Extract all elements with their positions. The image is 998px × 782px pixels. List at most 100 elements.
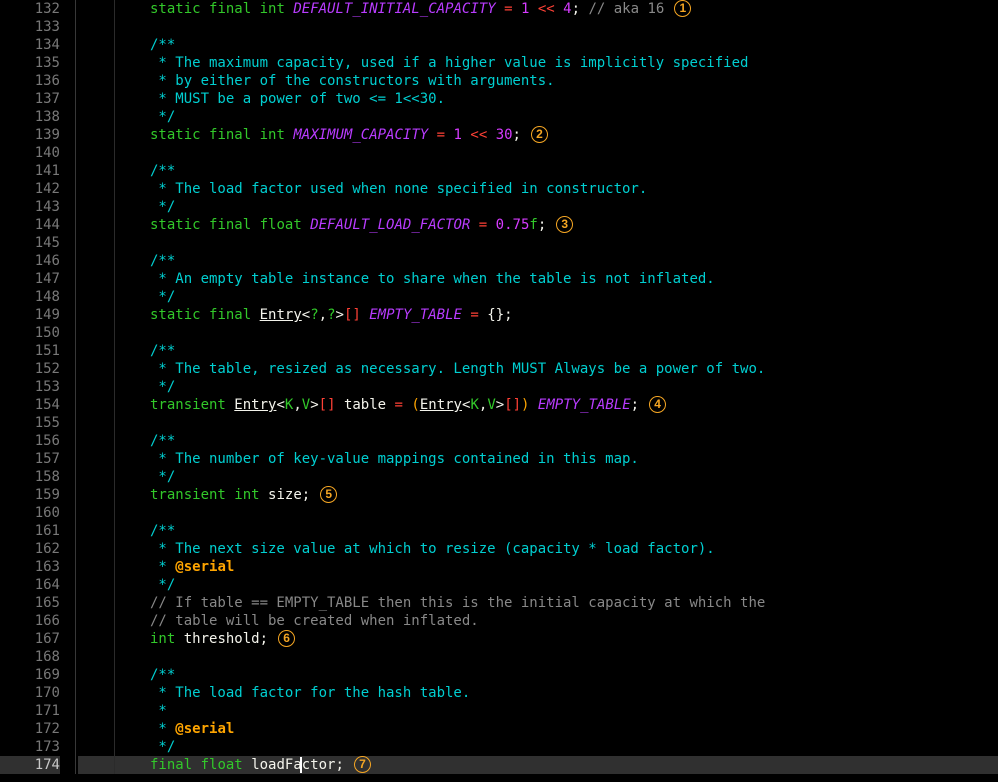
code-line[interactable]: static final int MAXIMUM_CAPACITY = 1 <<…: [78, 126, 998, 144]
token-sp: [580, 0, 588, 18]
token-sp: [302, 216, 310, 234]
code-line[interactable]: * An empty table instance to share when …: [78, 270, 998, 288]
code-line[interactable]: */: [78, 738, 998, 756]
code-line[interactable]: * The load factor for the hash table.: [78, 684, 998, 702]
token-sp: [201, 216, 209, 234]
token-sp: [513, 0, 521, 18]
token-id: size: [268, 486, 302, 504]
code-line[interactable]: [78, 648, 998, 666]
line-number: 164: [0, 576, 60, 594]
line-number: 156: [0, 432, 60, 450]
code-line[interactable]: transient Entry<K,V>[] table = (Entry<K,…: [78, 396, 998, 414]
code-line[interactable]: */: [78, 288, 998, 306]
token-sp: [201, 0, 209, 18]
token-ang: >: [310, 396, 318, 414]
code-line[interactable]: */: [78, 378, 998, 396]
code-line[interactable]: * @serial: [78, 720, 998, 738]
token-num: 1: [521, 0, 529, 18]
token-jdoc: /**: [150, 162, 175, 180]
line-number: 145: [0, 234, 60, 252]
code-line[interactable]: static final float DEFAULT_LOAD_FACTOR =…: [78, 216, 998, 234]
code-line[interactable]: [78, 144, 998, 162]
code-line[interactable]: */: [78, 198, 998, 216]
token-kw: transient: [150, 396, 226, 414]
token-jdoc: * The load factor used when none specifi…: [150, 180, 647, 198]
line-number: 143: [0, 198, 60, 216]
line-number: 150: [0, 324, 60, 342]
code-line[interactable]: /**: [78, 342, 998, 360]
token-id-italic: DEFAULT_LOAD_FACTOR: [310, 216, 470, 234]
code-line[interactable]: static final Entry<?,?>[] EMPTY_TABLE = …: [78, 306, 998, 324]
code-line[interactable]: *: [78, 702, 998, 720]
token-ang: >: [496, 396, 504, 414]
code-line[interactable]: * The number of key-value mappings conta…: [78, 450, 998, 468]
token-sp: [462, 306, 470, 324]
line-number: 157: [0, 450, 60, 468]
code-line[interactable]: static final int DEFAULT_INITIAL_CAPACIT…: [78, 0, 998, 18]
code-line[interactable]: * by either of the constructors with arg…: [78, 72, 998, 90]
token-kw: static: [150, 216, 201, 234]
token-jdoc: * The next size value at which to resize…: [150, 540, 715, 558]
token-punct: ;: [335, 756, 343, 774]
code-line[interactable]: [78, 504, 998, 522]
token-jdoc: /**: [150, 666, 175, 684]
code-line[interactable]: [78, 324, 998, 342]
line-number: 169: [0, 666, 60, 684]
code-area[interactable]: static final int DEFAULT_INITIAL_CAPACIT…: [76, 0, 998, 774]
code-line[interactable]: /**: [78, 36, 998, 54]
code-line[interactable]: transient int size;5: [78, 486, 998, 504]
line-number: 171: [0, 702, 60, 720]
token-num: 0.75: [496, 216, 530, 234]
token-sp: [201, 306, 209, 324]
code-line[interactable]: [78, 234, 998, 252]
token-op: <<: [538, 0, 555, 18]
code-line[interactable]: final float loadFactor;7: [78, 756, 998, 774]
token-comment: // table will be created when inflated.: [150, 612, 479, 630]
token-jdoc: * An empty table instance to share when …: [150, 270, 715, 288]
code-line[interactable]: * The next size value at which to resize…: [78, 540, 998, 558]
token-ang: <: [462, 396, 470, 414]
token-jdoc: /**: [150, 36, 175, 54]
token-kw: final: [150, 756, 192, 774]
line-number: 154: [0, 396, 60, 414]
token-jdoc: */: [150, 468, 175, 486]
token-sp: [462, 126, 470, 144]
token-sp: [470, 216, 478, 234]
code-line[interactable]: /**: [78, 522, 998, 540]
code-line[interactable]: /**: [78, 252, 998, 270]
code-line[interactable]: int threshold;6: [78, 630, 998, 648]
token-jdoc: * The load factor for the hash table.: [150, 684, 470, 702]
code-line[interactable]: /**: [78, 666, 998, 684]
token-kw: static: [150, 126, 201, 144]
code-line[interactable]: * The table, resized as necessary. Lengt…: [78, 360, 998, 378]
code-line[interactable]: * The load factor used when none specifi…: [78, 180, 998, 198]
token-id-italic: DEFAULT_INITIAL_CAPACITY: [293, 0, 495, 18]
token-paren: (: [411, 396, 419, 414]
code-line[interactable]: /**: [78, 162, 998, 180]
token-sp: [529, 396, 537, 414]
code-line[interactable]: * @serial: [78, 558, 998, 576]
line-number: 166: [0, 612, 60, 630]
code-line[interactable]: * MUST be a power of two <= 1<<30.: [78, 90, 998, 108]
code-line[interactable]: * The maximum capacity, used if a higher…: [78, 54, 998, 72]
code-line[interactable]: */: [78, 576, 998, 594]
code-line[interactable]: [78, 414, 998, 432]
line-number: 158: [0, 468, 60, 486]
line-number: 159: [0, 486, 60, 504]
code-line[interactable]: */: [78, 468, 998, 486]
token-sp: [361, 306, 369, 324]
code-line[interactable]: /**: [78, 432, 998, 450]
token-sp: [403, 396, 411, 414]
token-jdoc: /**: [150, 522, 175, 540]
code-line[interactable]: // table will be created when inflated.: [78, 612, 998, 630]
line-number: 161: [0, 522, 60, 540]
code-line[interactable]: */: [78, 108, 998, 126]
token-type: Entry: [260, 306, 302, 324]
line-number: 147: [0, 270, 60, 288]
code-line[interactable]: // If table == EMPTY_TABLE then this is …: [78, 594, 998, 612]
annotation-badge: 4: [649, 396, 666, 413]
token-ang: <: [276, 396, 284, 414]
code-line[interactable]: [78, 18, 998, 36]
line-number: 140: [0, 144, 60, 162]
code-editor[interactable]: 1321331341351361371381391401411421431441…: [0, 0, 998, 774]
